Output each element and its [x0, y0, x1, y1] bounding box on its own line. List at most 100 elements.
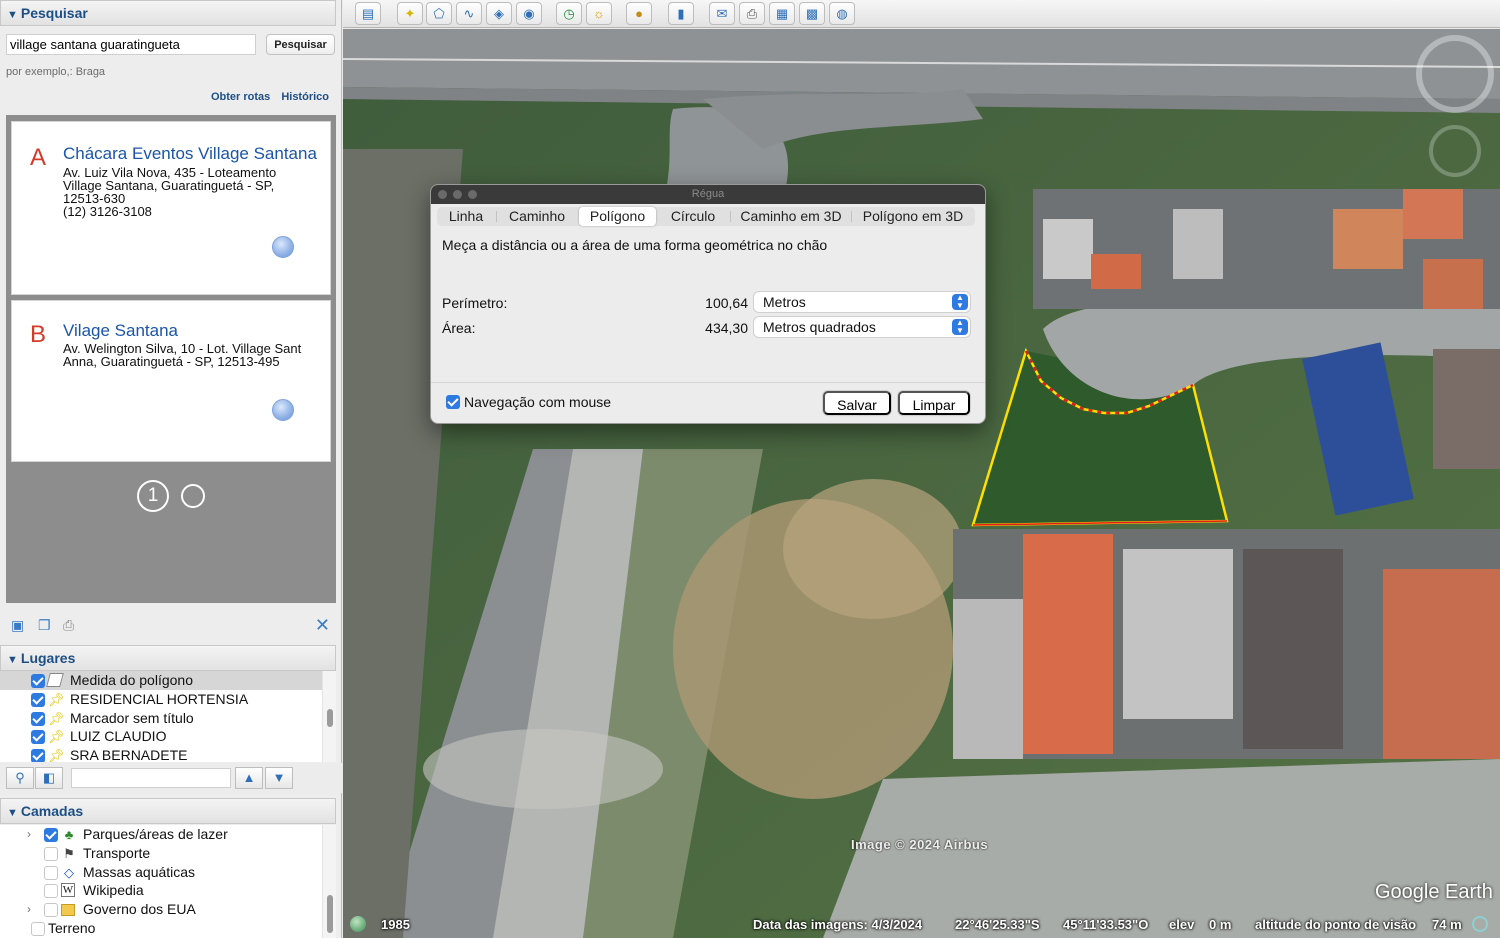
- layer-label: Terreno: [48, 919, 96, 936]
- planets-button[interactable]: ●: [626, 2, 652, 25]
- search-input[interactable]: [6, 34, 256, 55]
- places-scrollbar[interactable]: [322, 671, 336, 762]
- result-name[interactable]: Chácara Eventos Village Santana: [63, 144, 317, 164]
- toggle-panel-button[interactable]: ◧: [35, 767, 63, 789]
- sunlight-button[interactable]: ☼: [586, 2, 612, 25]
- layer-item[interactable]: › ♣ Parques/áreas de lazer: [0, 825, 322, 844]
- move-down-button[interactable]: ▼: [265, 767, 293, 789]
- close-icon[interactable]: ✕: [315, 615, 330, 636]
- image-overlay-icon: ◈: [494, 6, 504, 21]
- layer-item[interactable]: ◇ Massas aquáticas: [0, 863, 322, 882]
- expand-chevron-icon[interactable]: ›: [27, 825, 31, 844]
- close-window-icon[interactable]: [438, 190, 447, 199]
- layer-label: Massas aquáticas: [83, 863, 196, 880]
- place-item[interactable]: Medida do polígono: [0, 671, 322, 690]
- polygon-button[interactable]: ⬠: [426, 2, 452, 25]
- tab-path[interactable]: Caminho: [497, 207, 577, 226]
- print-icon[interactable]: ⎙: [63, 618, 79, 632]
- scroll-thumb[interactable]: [327, 895, 333, 933]
- checkbox[interactable]: [44, 865, 58, 880]
- place-item[interactable]: 📌︎ Marcador sem título: [0, 709, 322, 728]
- mouse-navigation-checkbox[interactable]: [446, 395, 460, 409]
- tab-3d-polygon[interactable]: Polígono em 3D: [852, 207, 974, 226]
- place-item[interactable]: 📌︎ LUIZ CLAUDIO: [0, 727, 322, 746]
- historical-imagery-button[interactable]: ◷: [556, 2, 582, 25]
- results-toolbar: ▣ ❐ ⎙ ✕: [0, 612, 342, 638]
- earth-gallery-button[interactable]: ◍: [829, 2, 855, 25]
- print-button[interactable]: ⎙: [739, 2, 765, 25]
- result-address: Av. Welington Silva, 10 - Lot. Village S…: [63, 342, 313, 368]
- save-button[interactable]: Salvar: [823, 391, 891, 415]
- page-2-button[interactable]: [181, 484, 205, 508]
- water-icon: ◇: [64, 864, 74, 880]
- mouse-navigation-label: Navegação com mouse: [464, 394, 612, 410]
- layer-label: Parques/áreas de lazer: [83, 826, 228, 842]
- layer-item[interactable]: W Wikipedia: [0, 881, 322, 900]
- save-image-button[interactable]: ▦: [769, 2, 795, 25]
- copy-icon[interactable]: ❐: [38, 618, 54, 632]
- search-panel-header[interactable]: ▼ Pesquisar: [0, 0, 336, 26]
- checkbox[interactable]: [31, 921, 45, 936]
- expand-chevron-icon[interactable]: ›: [27, 900, 31, 919]
- checkbox[interactable]: [44, 828, 58, 842]
- tab-3d-path[interactable]: Caminho em 3D: [731, 207, 851, 226]
- search-places-button[interactable]: ⚲: [6, 767, 34, 789]
- ruler-description: Meça a distância ou a área de uma forma …: [442, 237, 828, 253]
- history-link[interactable]: Histórico: [281, 91, 329, 103]
- overlay-button[interactable]: ◈: [486, 2, 512, 25]
- collapse-triangle-icon[interactable]: ▼: [7, 648, 18, 672]
- path-button[interactable]: ∿: [456, 2, 482, 25]
- email-button[interactable]: ✉: [709, 2, 735, 25]
- move-up-button[interactable]: ▲: [235, 767, 263, 789]
- checkbox[interactable]: [31, 711, 45, 726]
- places-panel-header[interactable]: ▼ Lugares: [0, 645, 336, 671]
- tab-circle[interactable]: Círculo: [657, 207, 729, 226]
- checkbox[interactable]: [31, 730, 45, 745]
- view-maps-button[interactable]: ▩: [799, 2, 825, 25]
- record-tour-button[interactable]: ◉: [516, 2, 542, 25]
- place-item[interactable]: 📌︎ SRA BERNADETE: [0, 746, 322, 762]
- clear-button[interactable]: Limpar: [898, 391, 970, 415]
- layer-label: Wikipedia: [83, 882, 144, 899]
- tab-polygon[interactable]: Polígono: [579, 207, 656, 226]
- collapse-triangle-icon[interactable]: ▼: [7, 3, 18, 27]
- placemark-button[interactable]: ✦: [397, 2, 423, 25]
- historical-clock-icon[interactable]: [350, 916, 366, 932]
- sidebar-toggle-button[interactable]: ▤: [355, 2, 381, 25]
- checkbox[interactable]: [44, 846, 58, 861]
- checkbox[interactable]: [31, 692, 45, 707]
- page-1-button[interactable]: 1: [137, 480, 169, 512]
- polygon-icon: [46, 673, 64, 687]
- places-filter-input[interactable]: [71, 768, 231, 788]
- satellite-imagery[interactable]: [343, 29, 1500, 938]
- globe-icon[interactable]: [272, 399, 294, 421]
- minimize-window-icon[interactable]: [453, 190, 462, 199]
- layers-panel-title: Camadas: [20, 803, 84, 819]
- map-view[interactable]: Image © 2024 Airbus Google Earth 1985 Da…: [343, 29, 1500, 938]
- checkbox[interactable]: [44, 884, 58, 899]
- scroll-thumb[interactable]: [327, 709, 333, 727]
- globe-icon[interactable]: [272, 236, 294, 258]
- layers-scrollbar[interactable]: [322, 825, 336, 938]
- result-card-b[interactable]: B Vilage Santana Av. Welington Silva, 10…: [11, 300, 331, 462]
- layer-item[interactable]: Terreno: [0, 919, 322, 938]
- search-button[interactable]: Pesquisar: [266, 34, 335, 55]
- layer-item[interactable]: ⚑ Transporte: [0, 844, 322, 863]
- result-name[interactable]: Vilage Santana: [63, 321, 178, 341]
- tab-line[interactable]: Linha: [437, 207, 495, 226]
- layers-panel-header[interactable]: ▼ Camadas: [0, 798, 336, 824]
- perimeter-unit-select[interactable]: Metros ▲ ▼: [754, 292, 970, 312]
- checkbox[interactable]: [31, 749, 45, 762]
- checkbox[interactable]: [31, 674, 45, 688]
- collapse-triangle-icon[interactable]: ▼: [7, 801, 18, 825]
- ruler-titlebar[interactable]: Régua: [431, 185, 985, 204]
- ruler-button[interactable]: ▮: [668, 2, 694, 25]
- result-card-a[interactable]: A Chácara Eventos Village Santana Av. Lu…: [11, 121, 331, 295]
- get-directions-link[interactable]: Obter rotas: [211, 91, 270, 103]
- layer-item[interactable]: › Governo dos EUA: [0, 900, 322, 919]
- area-unit-select[interactable]: Metros quadrados ▲ ▼: [754, 317, 970, 337]
- checkbox[interactable]: [44, 903, 58, 918]
- place-item[interactable]: 📌︎ RESIDENCIAL HORTENSIA: [0, 690, 322, 709]
- zoom-window-icon[interactable]: [468, 190, 477, 199]
- add-folder-icon[interactable]: ▣: [11, 618, 27, 632]
